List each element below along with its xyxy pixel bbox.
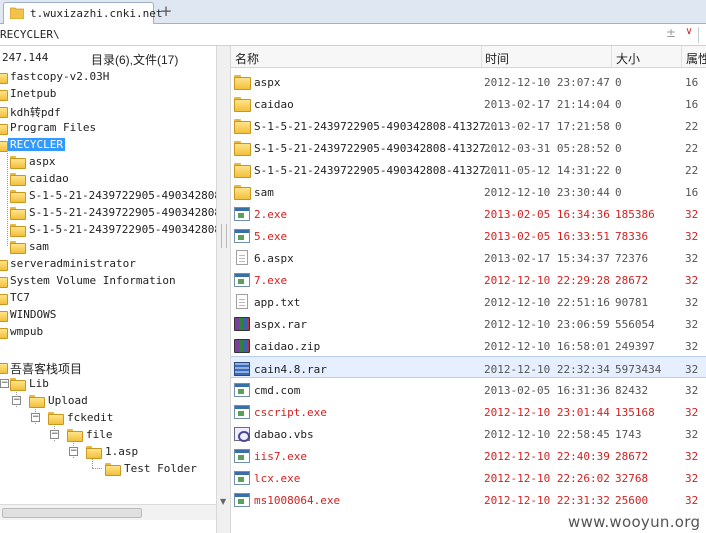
divider xyxy=(698,27,699,43)
column-name[interactable]: 名称 xyxy=(235,50,259,67)
file-row[interactable]: caidao.zip 2012-12-10 16:58:01 249397 32 xyxy=(231,334,706,356)
collapse-icon[interactable]: − xyxy=(69,447,78,456)
folder-icon xyxy=(10,156,26,169)
collapse-icon[interactable]: − xyxy=(0,379,9,388)
folder-icon xyxy=(10,7,24,19)
exe-icon xyxy=(234,207,250,221)
folder-icon xyxy=(10,378,26,391)
folder-open-icon xyxy=(0,139,8,152)
chevron-down-icon[interactable]: ∨ xyxy=(682,26,696,42)
column-attr[interactable]: 属性 xyxy=(686,50,706,67)
column-divider[interactable] xyxy=(481,46,482,68)
folder-icon xyxy=(0,258,8,271)
directory-tree: fastcopy-v2.03H Inetpub kdh转pdf Program … xyxy=(0,68,216,504)
tab-bar: t.wuxizazhi.cnki.net + xyxy=(0,0,706,24)
address-bar[interactable]: RECYCLER\ ± ∨ xyxy=(0,24,706,46)
file-row[interactable]: 2.exe 2013-02-05 16:34:36 185386 32 xyxy=(231,202,706,224)
file-row[interactable]: iis7.exe 2012-12-10 22:40:39 28672 32 xyxy=(231,444,706,466)
column-time[interactable]: 时间 xyxy=(485,50,509,67)
folder-icon xyxy=(0,275,8,288)
folder-icon xyxy=(0,361,8,374)
exe-icon xyxy=(234,273,250,287)
folder-icon xyxy=(105,463,121,476)
folder-icon xyxy=(234,141,251,156)
script-icon xyxy=(234,427,250,442)
collapse-icon[interactable]: − xyxy=(31,413,40,422)
exe-icon xyxy=(234,493,250,507)
host-ip: 247.144 xyxy=(2,51,49,64)
folder-icon xyxy=(67,429,83,442)
directory-summary: 目录(6),文件(17) xyxy=(91,53,179,67)
file-row[interactable]: 7.exe 2012-12-10 22:29:28 28672 32 xyxy=(231,268,706,290)
file-row[interactable]: sam 2012-12-10 23:30:44 0 16 xyxy=(231,180,706,202)
exe-icon xyxy=(234,471,250,485)
folder-icon xyxy=(0,292,8,305)
column-divider[interactable] xyxy=(681,46,682,68)
tab-label: t.wuxizazhi.cnki.net xyxy=(30,7,163,20)
file-row[interactable]: cmd.com 2013-02-05 16:31:36 82432 32 xyxy=(231,378,706,400)
pane-splitter[interactable]: ▼ xyxy=(216,46,231,533)
file-row[interactable]: S-1-5-21-2439722905-490342808-41327... 2… xyxy=(231,158,706,180)
folder-icon xyxy=(10,224,26,237)
file-row[interactable]: S-1-5-21-2439722905-490342808-41327... 2… xyxy=(231,114,706,136)
file-row[interactable]: aspx.rar 2012-12-10 23:06:59 556054 32 xyxy=(231,312,706,334)
file-row-highlighted[interactable]: cain4.8.rar 2012-12-10 22:32:34 5973434 … xyxy=(231,356,706,378)
archive-icon xyxy=(234,362,250,376)
file-row[interactable]: S-1-5-21-2439722905-490342808-41327... 2… xyxy=(231,136,706,158)
folder-icon xyxy=(234,75,251,90)
collapse-icon[interactable]: − xyxy=(50,430,59,439)
column-divider[interactable] xyxy=(611,46,612,68)
exe-icon xyxy=(234,383,250,397)
rar-icon xyxy=(234,339,250,353)
file-row[interactable]: cscript.exe 2012-12-10 23:01:44 135168 3… xyxy=(231,400,706,422)
exe-icon xyxy=(234,449,250,463)
watermark: www.wooyun.org xyxy=(568,513,701,531)
file-row[interactable]: 5.exe 2013-02-05 16:33:51 78336 32 xyxy=(231,224,706,246)
rar-icon xyxy=(234,317,250,331)
folder-icon xyxy=(29,395,45,408)
folder-icon xyxy=(0,71,8,84)
file-row[interactable]: lcx.exe 2012-12-10 22:26:02 32768 32 xyxy=(231,466,706,488)
arrow-down-icon[interactable]: ▼ xyxy=(220,498,228,506)
file-row[interactable]: aspx 2012-12-10 23:07:47 0 16 xyxy=(231,70,706,92)
folder-icon xyxy=(0,105,8,118)
folder-icon xyxy=(0,326,8,339)
folder-icon xyxy=(234,97,251,112)
tree-connector xyxy=(7,153,8,246)
tree-connector xyxy=(92,468,102,469)
new-tab-button[interactable]: + xyxy=(158,3,174,19)
document-icon xyxy=(236,250,248,265)
folder-icon xyxy=(234,163,251,178)
exe-icon xyxy=(234,229,250,243)
folder-icon xyxy=(0,309,8,322)
folder-icon xyxy=(10,207,26,220)
file-row[interactable]: caidao 2013-02-17 21:14:04 0 16 xyxy=(231,92,706,114)
exe-icon xyxy=(234,405,250,419)
address-path[interactable]: RECYCLER\ xyxy=(0,28,60,41)
left-pane-header: 247.144 目录(6),文件(17) xyxy=(0,46,216,68)
file-row[interactable]: app.txt 2012-12-10 22:51:16 90781 32 xyxy=(231,290,706,312)
file-row[interactable]: ms1008064.exe 2012-12-10 22:31:32 25600 … xyxy=(231,488,706,510)
sort-icon[interactable]: ± xyxy=(664,26,678,42)
file-list-header: 名称 时间 大小 属性 xyxy=(231,46,706,68)
tree-horizontal-scrollbar[interactable] xyxy=(0,504,216,520)
folder-icon xyxy=(10,190,26,203)
folder-icon xyxy=(86,446,102,459)
folder-icon xyxy=(234,119,251,134)
document-icon xyxy=(236,294,248,309)
folder-icon xyxy=(10,241,26,254)
folder-icon xyxy=(0,88,8,101)
folder-icon xyxy=(234,185,251,200)
browser-tab[interactable]: t.wuxizazhi.cnki.net xyxy=(3,2,162,24)
folder-icon xyxy=(0,122,8,135)
collapse-icon[interactable]: − xyxy=(12,396,21,405)
file-row[interactable]: 6.aspx 2013-02-17 15:34:37 72376 32 xyxy=(231,246,706,268)
splitter-grip[interactable] xyxy=(221,224,227,248)
column-size[interactable]: 大小 xyxy=(616,50,640,67)
scrollbar-thumb[interactable] xyxy=(2,508,142,518)
folder-icon xyxy=(10,173,26,186)
file-list: aspx 2012-12-10 23:07:47 0 16 caidao 201… xyxy=(231,68,706,520)
folder-icon xyxy=(48,412,64,425)
file-row[interactable]: dabao.vbs 2012-12-10 22:58:45 1743 32 xyxy=(231,422,706,444)
